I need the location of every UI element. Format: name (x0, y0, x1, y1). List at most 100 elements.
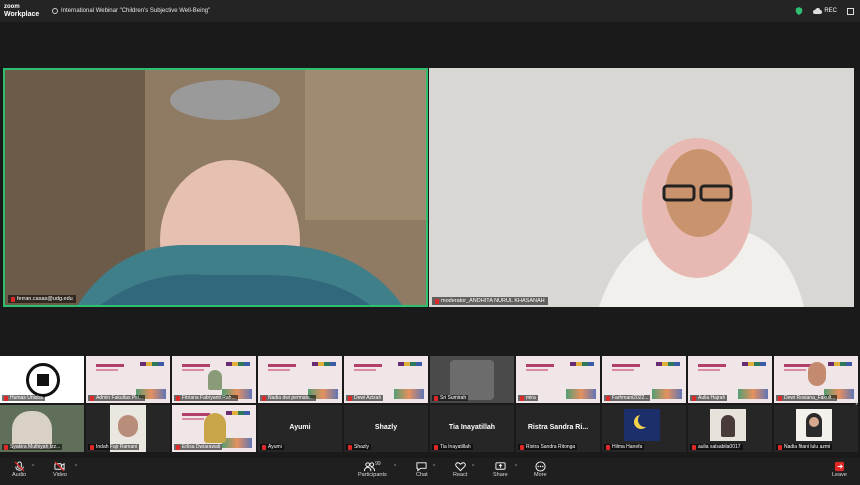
participant-label: Hilma Hanefa (604, 444, 645, 450)
video-tile-moderator[interactable]: moderator_ANDHITA NURUL KHASANAH (429, 68, 854, 307)
gallery-tile[interactable]: Dewi Azizah (344, 356, 428, 403)
speaker-video (5, 70, 426, 305)
chat-button[interactable]: Chat (416, 461, 428, 478)
mic-muted-icon (692, 395, 696, 401)
audio-options-chevron-icon[interactable]: ^ (32, 464, 34, 470)
view-icon[interactable] (847, 7, 854, 15)
share-button[interactable]: Share (493, 461, 508, 478)
gallery-tile[interactable]: Nadia fitani lulu azmi (774, 405, 858, 452)
participant-name: Aulia Hajrah (698, 395, 726, 401)
participant-name: Ristra Sandra Ritonga (526, 444, 576, 450)
participant-label: Ayumi (260, 444, 284, 450)
participant-video (450, 360, 494, 400)
info-icon[interactable] (52, 8, 58, 14)
gallery-tile[interactable]: Ayumi Ayumi (258, 405, 342, 452)
participant-label: Erlisa Dwiarawati (174, 444, 223, 450)
more-button[interactable]: More (534, 461, 547, 478)
react-button[interactable]: React (453, 461, 467, 478)
participant-label: Shazly (346, 444, 372, 450)
audio-button[interactable]: Audio (12, 461, 26, 478)
react-options-chevron-icon[interactable]: ^ (472, 464, 474, 470)
participant-display-name: Shazly (374, 424, 398, 431)
gallery-tile[interactable]: Fitriana Fabryanti Rah... (172, 356, 256, 403)
gallery-tile[interactable]: aulia salsabila0017 (688, 405, 772, 452)
security-shield-icon[interactable] (795, 7, 803, 15)
gallery-tile[interactable]: Nadia dwi permata... (258, 356, 342, 403)
mic-muted-icon (262, 395, 266, 401)
share-screen-icon (495, 462, 506, 470)
rec-label: REC (824, 8, 837, 14)
gallery-tile[interactable]: Ristra Sandra Ri... Ristra Sandra Ritong… (516, 405, 600, 452)
leave-label: Leave (832, 472, 847, 478)
participant-label: Nadia dwi permata... (260, 395, 316, 401)
video-button[interactable]: Video (53, 461, 67, 478)
mic-muted-icon (348, 395, 352, 401)
mic-muted-icon (520, 444, 524, 450)
participant-name: Farhmani2022... (612, 395, 649, 401)
participant-label: Tia Inayatillah (432, 444, 473, 450)
gallery-tile[interactable]: Syakira Muthiyah Izz... (0, 405, 84, 452)
gallery-tile[interactable]: Hilma Hanefa (602, 405, 686, 452)
participants-button[interactable]: 99 Participants (358, 461, 387, 478)
chat-options-chevron-icon[interactable]: ^ (433, 464, 435, 470)
participant-label: Fitriana Fabryanti Rah... (174, 395, 238, 401)
name-tag: moderator_ANDHITA NURUL KHASANAH (432, 297, 548, 305)
gallery-tile[interactable]: Dewi Rosiana_Fakult... (774, 356, 858, 403)
participant-name: Tia Inayatillah (440, 444, 471, 450)
participant-label: Aulia Hajrah (690, 395, 728, 401)
participant-label: Dewi Rosiana_Fakult... (776, 395, 838, 401)
participants-options-chevron-icon[interactable]: ^ (394, 464, 396, 470)
zoom-logo: zoom Workplace (0, 4, 46, 18)
gallery-tile[interactable]: Humas Unisba (0, 356, 84, 403)
participants-label: Participants (358, 472, 387, 478)
video-options-chevron-icon[interactable]: ^ (75, 464, 77, 470)
participant-name: moderator_ANDHITA NURUL KHASANAH (441, 298, 545, 304)
share-options-chevron-icon[interactable]: ^ (515, 464, 517, 470)
participant-display-name: Ristra Sandra Ri... (527, 424, 589, 431)
mic-muted-icon (692, 444, 696, 450)
more-label: More (534, 472, 547, 478)
participant-label: Farhmani2022... (604, 395, 651, 401)
name-tag: ferran.casas@udg.edu (8, 295, 76, 303)
participant-label: aulia salsabila0017 (690, 444, 743, 450)
participants-count: 99 (375, 461, 381, 467)
mic-muted-icon (176, 395, 180, 401)
gallery-tile[interactable]: Erlisa Dwiarawati (172, 405, 256, 452)
recording-indicator[interactable]: REC (813, 8, 837, 14)
gallery-tile[interactable]: Sri Sumirah (430, 356, 514, 403)
participants-icon (364, 462, 376, 472)
leave-button[interactable]: Leave (832, 461, 847, 478)
mic-muted-icon (606, 395, 610, 401)
video-label: Video (53, 472, 67, 478)
audio-label: Audio (12, 472, 27, 478)
video-tile-speaker[interactable]: ferran.casas@udg.edu (3, 68, 428, 307)
mic-muted-icon (4, 444, 8, 450)
participant-name: Admin Fakultas Psi... (96, 395, 143, 401)
more-icon (535, 461, 546, 472)
gallery-tile[interactable]: Aulia Hajrah (688, 356, 772, 403)
cloud-icon (813, 8, 823, 14)
heart-icon (454, 462, 466, 472)
participant-name: Humas Unisba (10, 395, 43, 401)
participant-label: Sri Sumirah (432, 395, 469, 401)
meeting-info[interactable]: International Webinar "Children's Subjec… (52, 8, 210, 14)
gallery-tile[interactable]: Shazly Shazly (344, 405, 428, 452)
logo-line1: zoom (4, 4, 20, 10)
gallery-tile[interactable]: Indah Fajr Ramani (86, 405, 170, 452)
participant-name: Fitriana Fabryanti Rah... (182, 395, 236, 401)
gallery-tile[interactable]: mira (516, 356, 600, 403)
participant-display-name: Tia Inayatillah (448, 424, 496, 431)
moderator-video (429, 68, 854, 307)
gallery-tile[interactable]: Admin Fakultas Psi... (86, 356, 170, 403)
participant-name: Nadia fitani lulu azmi (784, 444, 831, 450)
gallery-tile[interactable]: Tia Inayatillah Tia Inayatillah (430, 405, 514, 452)
participant-name: Erlisa Dwiarawati (182, 444, 221, 450)
logo-line2: Workplace (4, 11, 40, 18)
mic-muted-icon (348, 444, 352, 450)
mic-muted-icon (13, 461, 25, 472)
meeting-title: International Webinar "Children's Subjec… (61, 8, 211, 14)
participant-name: ferran.casas@udg.edu (17, 296, 73, 302)
gallery-tile[interactable]: Farhmani2022... (602, 356, 686, 403)
zoom-meeting-window: zoom Workplace International Webinar "Ch… (0, 0, 860, 485)
mic-muted-icon (262, 444, 266, 450)
